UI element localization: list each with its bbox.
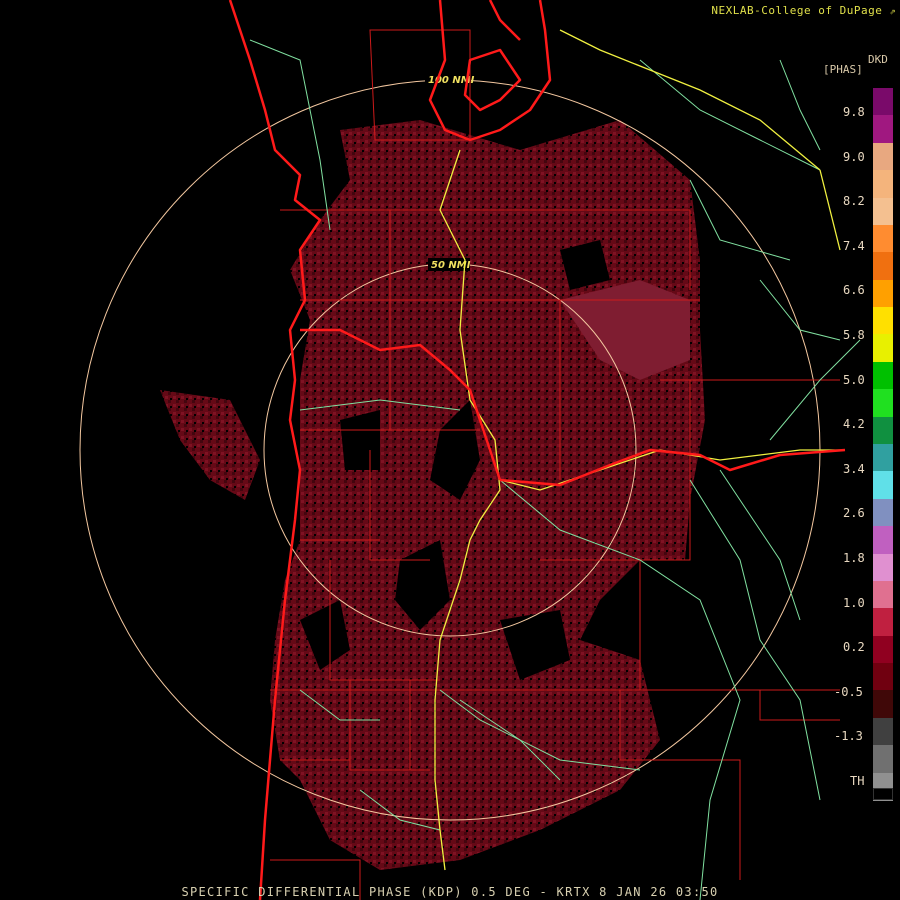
color-scale-tick-label: 1.8 xyxy=(843,551,865,565)
color-scale-tick-label: 0.2 xyxy=(843,640,865,655)
color-scale-swatch xyxy=(873,717,893,746)
product-title: SPECIFIC DIFFERENTIAL PHASE (KDP) 0.5 DE… xyxy=(181,885,719,899)
color-scale-swatch xyxy=(873,526,893,555)
color-scale-tick-label: 9.8 xyxy=(843,105,865,119)
color-scale-swatch xyxy=(873,745,893,774)
color-scale-tick-label: 6.6 xyxy=(843,283,865,298)
color-scale-tick-label: -0.5 xyxy=(834,684,863,699)
color-scale-swatch xyxy=(873,389,893,418)
color-scale-tick-label: 3.4 xyxy=(843,461,865,476)
radar-map: 100 NMI 50 NMI xyxy=(79,0,861,900)
product-code: DKD xyxy=(868,53,888,66)
echo-field xyxy=(160,120,705,870)
color-scale-tick-label: 2.6 xyxy=(843,506,865,521)
color-scale-swatch xyxy=(873,252,893,281)
color-scale-tick-label: 9.0 xyxy=(843,149,865,164)
color-scale-tick-label: 4.2 xyxy=(843,417,865,432)
color-scale-swatch xyxy=(873,170,893,199)
color-scale-swatch xyxy=(873,115,893,144)
credit-text: NEXLAB-College of DuPage xyxy=(711,4,883,17)
color-scale-tick-label: 5.0 xyxy=(843,372,865,387)
color-scale-swatch xyxy=(873,663,893,692)
color-scale-tick-label: 5.8 xyxy=(843,328,865,342)
color-scale-swatch xyxy=(873,471,893,500)
credit-label: NEXLAB-College of DuPage ⇗ xyxy=(711,4,896,17)
unit-label: [PHAS] xyxy=(823,63,863,76)
color-scale-tick-label: 8.2 xyxy=(843,194,865,209)
color-scale-tick-label: TH xyxy=(850,774,865,788)
external-link-icon[interactable]: ⇗ xyxy=(889,6,896,17)
color-scale-tick-label: 1.0 xyxy=(843,595,865,610)
color-scale-swatch xyxy=(873,788,893,800)
color-scale-swatch xyxy=(873,690,893,719)
color-scale-tick-label: 7.4 xyxy=(843,238,865,253)
color-scale-tick-label: -1.3 xyxy=(834,729,863,744)
color-scale-swatch xyxy=(873,608,893,637)
